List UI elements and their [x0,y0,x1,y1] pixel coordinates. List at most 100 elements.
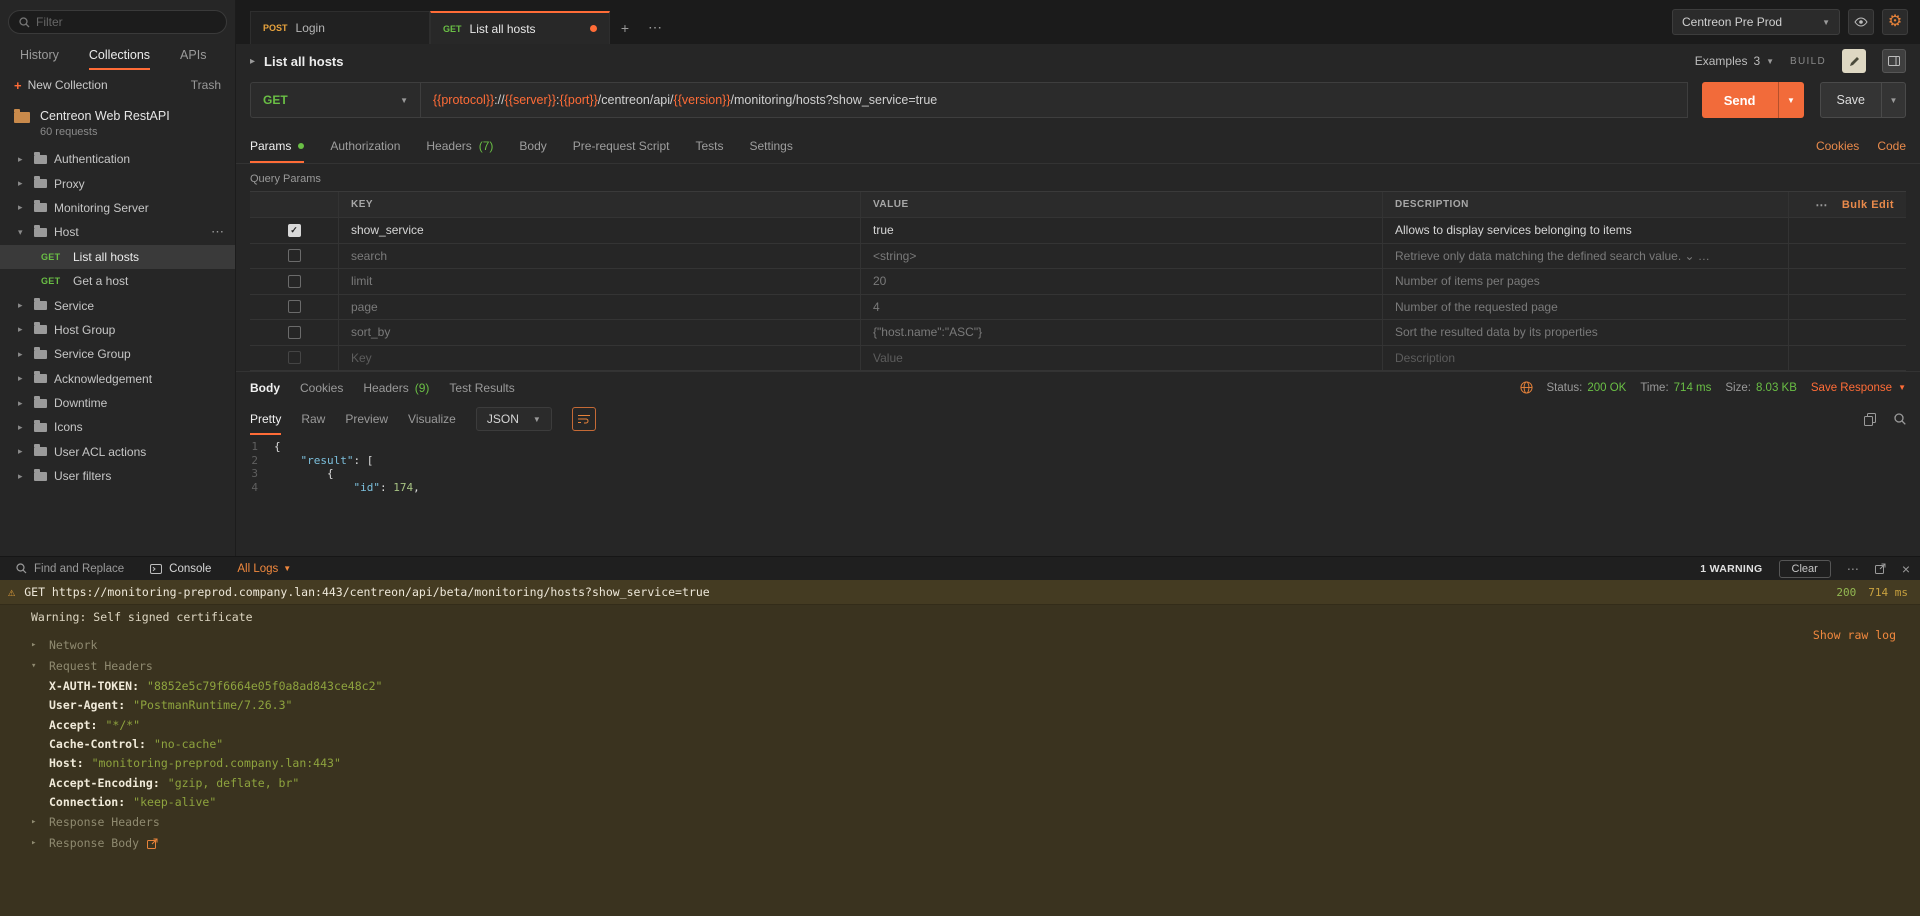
tab-pre-request-script[interactable]: Pre-request Script [573,128,670,163]
response-tab-body[interactable]: Body [250,381,280,395]
external-link-icon[interactable] [147,838,158,849]
tab-body[interactable]: Body [519,128,546,163]
wrap-text-button[interactable] [572,407,596,431]
close-icon[interactable]: × [1902,561,1910,577]
console-request-entry[interactable]: ⚠ GET https://monitoring-preprod.company… [0,580,1920,605]
param-description-cell[interactable]: Allows to display services belonging to … [1382,218,1788,243]
bulk-edit-link[interactable]: Bulk Edit [1842,199,1894,211]
sidebar-folder-user-acl-actions[interactable]: ▸User ACL actions [0,440,235,464]
environment-quick-look-button[interactable] [1848,9,1874,35]
url-input[interactable]: {{protocol}}://{{server}}:{{port}}/centr… [420,82,1688,118]
sidebar-request-get-a-host[interactable]: GETGet a host [0,269,235,293]
param-key-cell[interactable]: sort_by [338,320,860,345]
tab-tests[interactable]: Tests [695,128,723,163]
sidebar-folder-proxy[interactable]: ▸Proxy [0,171,235,195]
param-key-cell[interactable]: Key [338,346,860,371]
trash-link[interactable]: Trash [191,78,221,92]
chevron-right-icon[interactable]: ▸ [250,56,255,67]
sidebar-folder-monitoring-server[interactable]: ▸Monitoring Server [0,196,235,220]
row-checkbox[interactable]: ✓ [288,224,301,237]
param-description-cell[interactable]: Description [1382,346,1788,371]
tab-params[interactable]: Params [250,128,304,163]
console-options-icon[interactable]: ⋯ [1847,562,1859,576]
view-tab-visualize[interactable]: Visualize [408,403,456,435]
environment-selector[interactable]: Centreon Pre Prod ▼ [1672,9,1840,35]
tab-collections[interactable]: Collections [89,40,150,70]
sidebar-filter[interactable] [8,10,227,34]
row-checkbox[interactable] [288,249,301,262]
sidebar-folder-user-filters[interactable]: ▸User filters [0,464,235,488]
response-tab-headers[interactable]: Headers(9) [363,381,429,395]
filter-input[interactable] [36,15,216,29]
sidebar-folder-authentication[interactable]: ▸Authentication [0,147,235,171]
param-value-cell[interactable]: {"host.name":"ASC"} [860,320,1382,345]
request-tab-login[interactable]: POST Login [250,11,430,44]
sidebar-folder-service[interactable]: ▸Service [0,293,235,317]
open-in-new-window-icon[interactable] [1875,563,1886,574]
param-key-cell[interactable]: page [338,295,860,320]
console-section-network[interactable]: ▸ Network [0,634,1920,655]
response-body-viewer[interactable]: 1{ 2 "result": [ 3 { 4 "id": 174, [236,435,1920,556]
sidebar-folder-host-group[interactable]: ▸Host Group [0,318,235,342]
response-tab-cookies[interactable]: Cookies [300,381,343,395]
find-and-replace-button[interactable]: Find and Replace [16,563,124,575]
more-options-icon[interactable]: ⋯ [211,224,225,240]
save-options-caret[interactable]: ▼ [1881,83,1905,117]
save-button[interactable]: Save [1821,83,1882,117]
sidebar-folder-downtime[interactable]: ▸Downtime [0,391,235,415]
sidebar-folder-acknowledgement[interactable]: ▸Acknowledgement [0,367,235,391]
collection-item[interactable]: Centreon Web RestAPI 60 requests [0,100,235,147]
sidebar-folder-host[interactable]: ▾Host⋯ [0,220,235,244]
tab-settings[interactable]: Settings [750,128,793,163]
response-tab-test-results[interactable]: Test Results [449,381,514,395]
row-checkbox[interactable] [288,275,301,288]
save-response-button[interactable]: Save Response▼ [1811,382,1906,394]
send-options-caret[interactable]: ▼ [1778,82,1804,118]
code-link[interactable]: Code [1877,139,1906,153]
edit-mode-button[interactable] [1842,49,1866,73]
param-value-cell[interactable]: <string> [860,244,1382,269]
show-raw-log-link[interactable]: Show raw log [1813,628,1896,642]
param-value-cell[interactable]: 4 [860,295,1382,320]
sidebar-folder-service-group[interactable]: ▸Service Group [0,342,235,366]
param-key-cell[interactable]: show_service [338,218,860,243]
param-description-cell[interactable]: Sort the resulted data by its properties [1382,320,1788,345]
param-value-cell[interactable]: true [860,218,1382,243]
param-key-cell[interactable]: search [338,244,860,269]
tab-authorization[interactable]: Authorization [330,128,400,163]
param-description-cell[interactable]: Retrieve only data matching the defined … [1382,244,1788,269]
row-checkbox[interactable] [288,300,301,313]
tab-history[interactable]: History [20,40,59,70]
view-tab-raw[interactable]: Raw [301,403,325,435]
row-checkbox[interactable] [288,351,301,364]
settings-button[interactable]: ⚙ [1882,9,1908,35]
method-dropdown[interactable]: GET ▼ [250,82,420,118]
new-tab-button[interactable]: + [610,11,640,44]
row-checkbox[interactable] [288,326,301,339]
view-tab-preview[interactable]: Preview [345,403,388,435]
new-collection-button[interactable]: + New Collection [14,78,108,93]
tab-apis[interactable]: APIs [180,40,206,70]
param-value-cell[interactable]: Value [860,346,1382,371]
sidebar-folder-icons[interactable]: ▸Icons [0,415,235,439]
layout-toggle-button[interactable] [1882,49,1906,73]
examples-dropdown[interactable]: Examples 3 ▼ [1695,54,1774,68]
more-options-icon[interactable]: ⋯ [1815,198,1828,212]
tab-options-button[interactable]: ⋯ [640,11,670,44]
tab-headers[interactable]: Headers(7) [426,128,493,163]
console-section-response-headers[interactable]: ▸ Response Headers [0,812,1920,833]
param-description-cell[interactable]: Number of the requested page [1382,295,1788,320]
param-value-cell[interactable]: 20 [860,269,1382,294]
console-toggle-button[interactable]: Console [150,563,211,575]
console-section-response-body[interactable]: ▸ Response Body [0,833,1920,854]
request-tab-list-all-hosts[interactable]: GET List all hosts [430,11,610,44]
clear-console-button[interactable]: Clear [1779,560,1831,578]
format-dropdown[interactable]: JSON▼ [476,407,552,431]
console-section-request-headers[interactable]: ▾ Request Headers [0,655,1920,676]
copy-icon[interactable] [1864,413,1876,426]
send-button[interactable]: Send [1702,82,1778,118]
param-key-cell[interactable]: limit [338,269,860,294]
log-filter-dropdown[interactable]: All Logs ▼ [237,563,291,575]
param-description-cell[interactable]: Number of items per pages [1382,269,1788,294]
view-tab-pretty[interactable]: Pretty [250,403,281,435]
